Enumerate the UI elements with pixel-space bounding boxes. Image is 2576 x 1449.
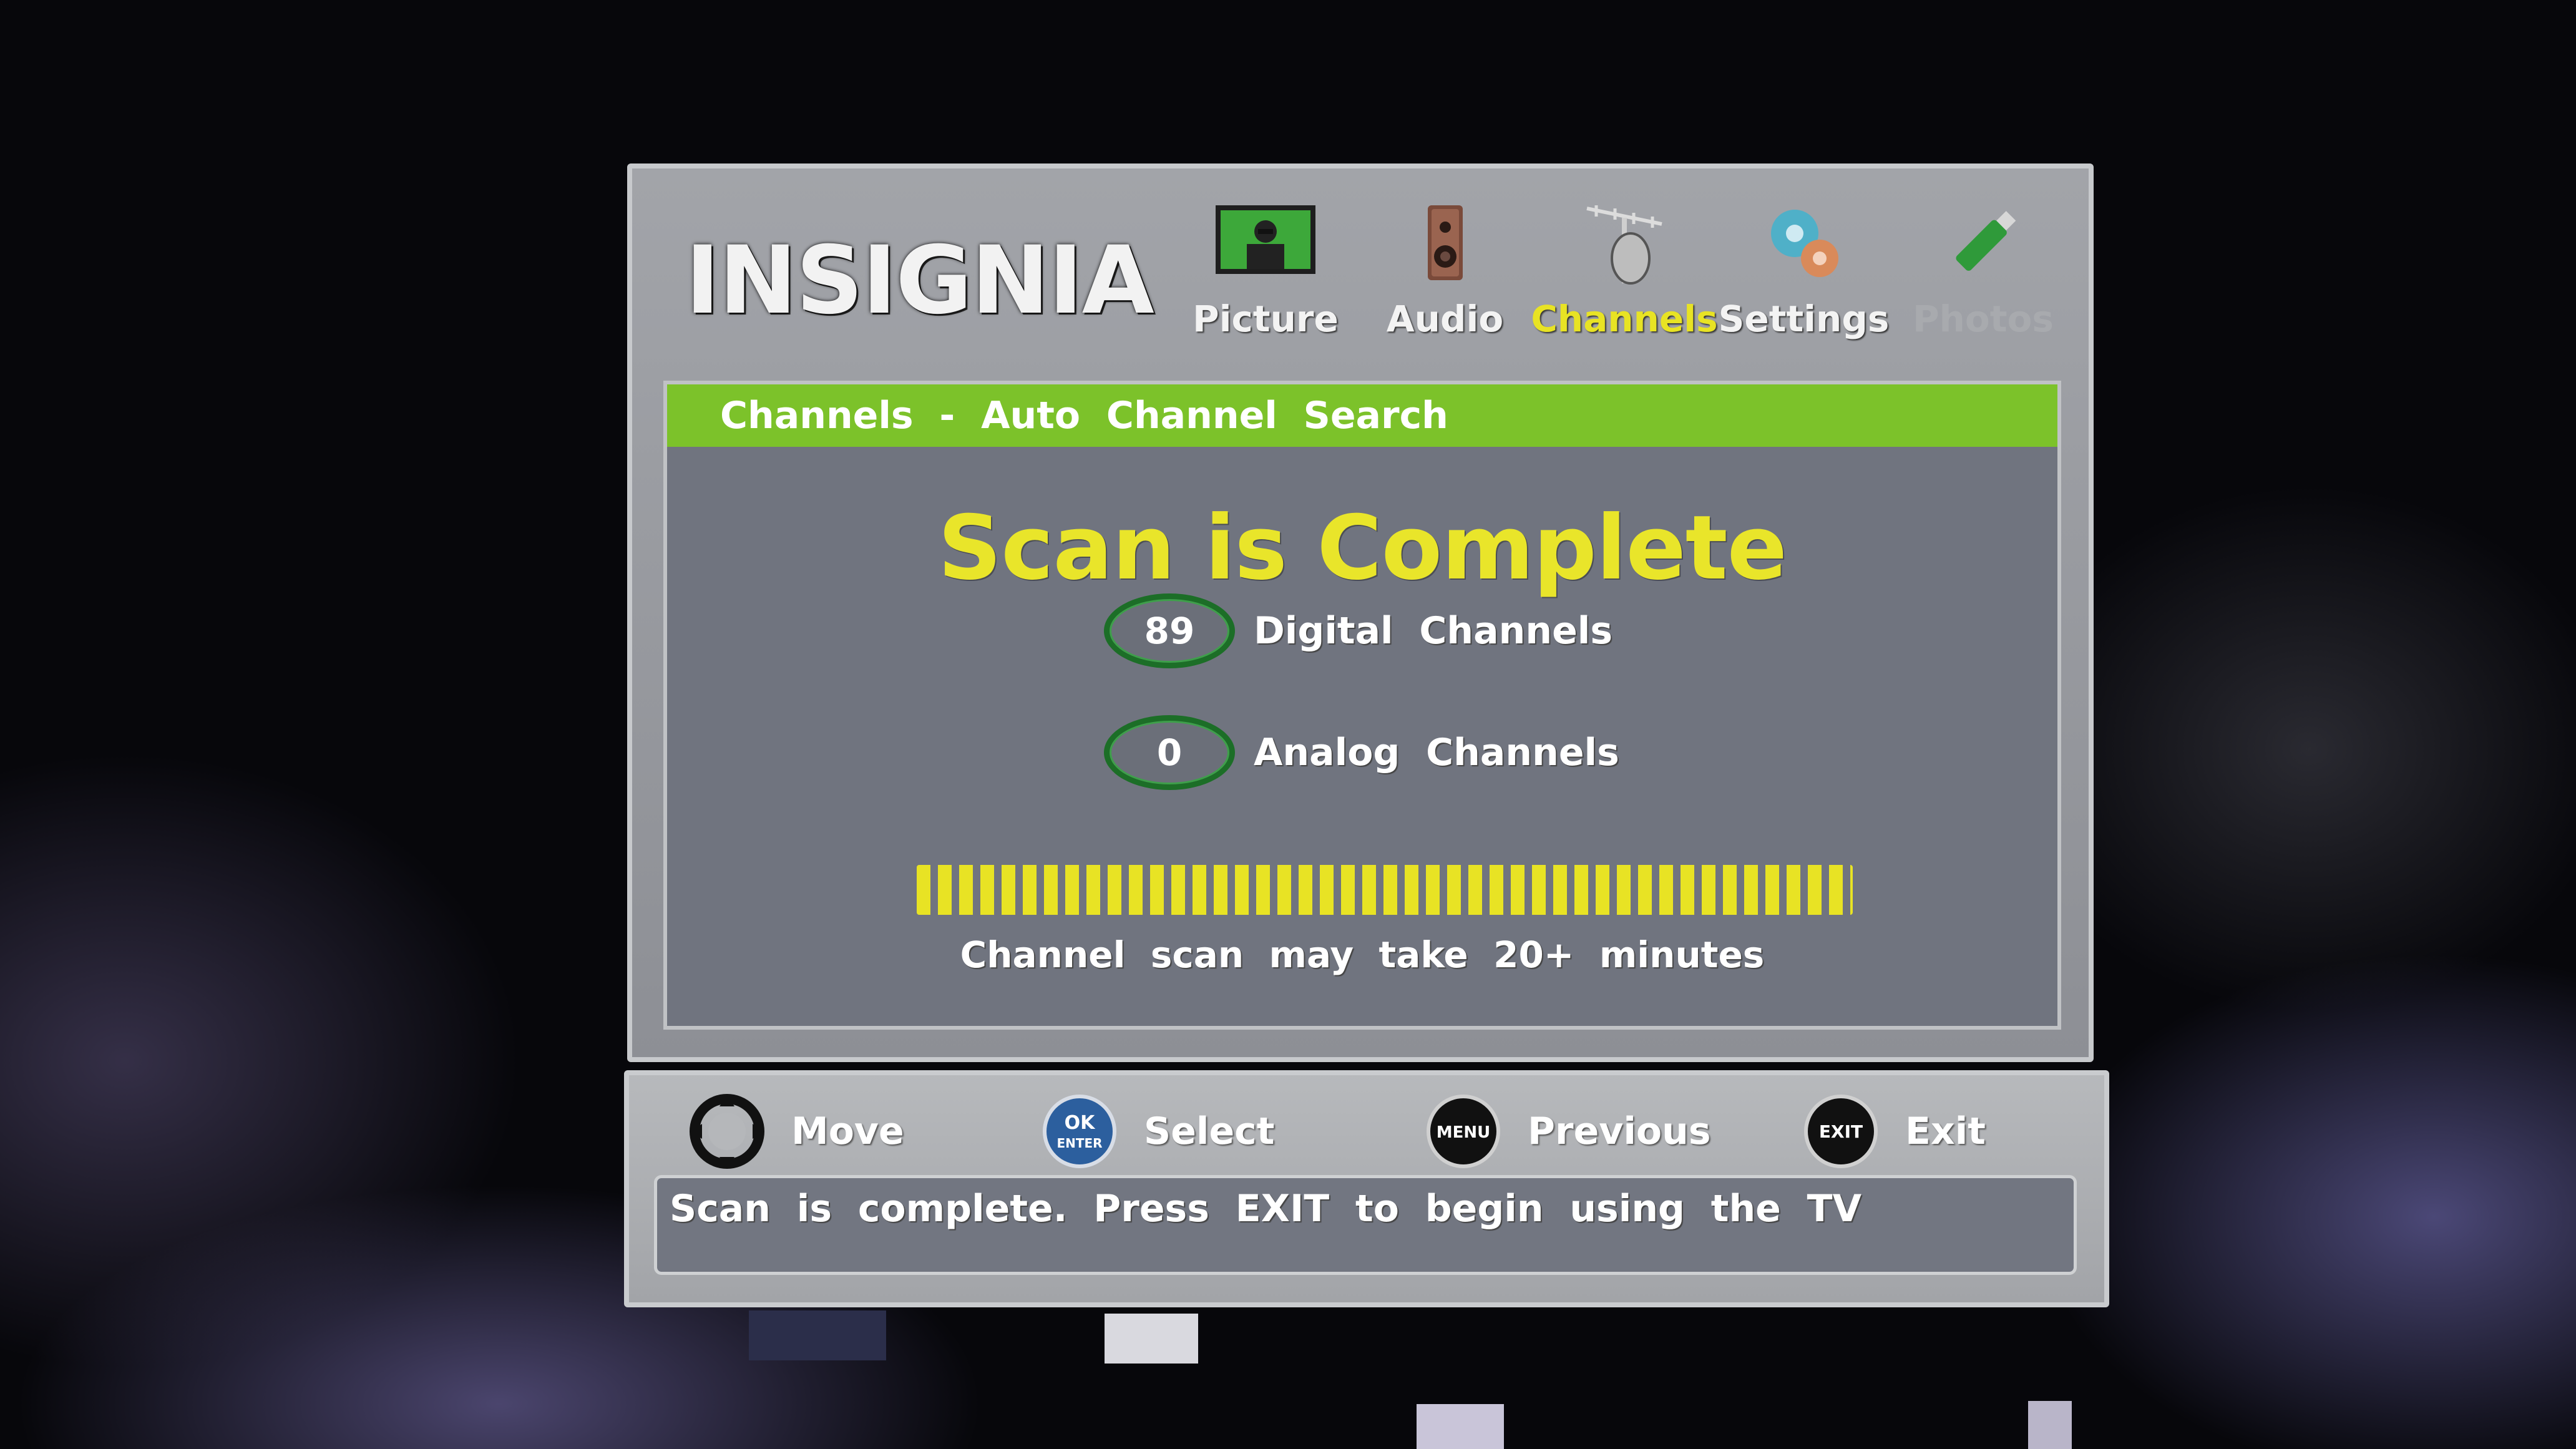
tab-channels[interactable]: Channels: [1531, 197, 1718, 365]
previous-label: Previous: [1528, 1110, 1711, 1153]
speaker-icon: [1427, 205, 1463, 280]
dpad-icon: [690, 1093, 764, 1169]
tab-picture[interactable]: Picture: [1181, 197, 1350, 365]
gears-icon: [1770, 210, 1838, 277]
background-shape: [1417, 1404, 1504, 1449]
digital-channels-label: Digital Channels: [1254, 609, 1613, 653]
insignia-logo: INSIGNIA: [685, 222, 1172, 340]
select-label: Select: [1144, 1110, 1275, 1153]
tab-audio-label: Audio: [1386, 298, 1504, 340]
svg-text:EXIT: EXIT: [1819, 1121, 1863, 1142]
background-shape: [2028, 1401, 2072, 1449]
antenna-icon: [1586, 205, 1662, 285]
tab-audio[interactable]: Audio: [1361, 197, 1530, 365]
status-message: Scan is complete. Press EXIT to begin us…: [654, 1175, 2077, 1275]
tab-photos[interactable]: Photos: [1899, 197, 2067, 365]
select-hint: OK ENTER Select: [1041, 1091, 1274, 1172]
scan-progress-bar: [917, 865, 1853, 915]
background-shape: [749, 1310, 886, 1360]
usb-drive-icon: [1956, 211, 2016, 271]
tab-photos-label: Photos: [1913, 298, 2054, 340]
svg-text:ENTER: ENTER: [1056, 1136, 1102, 1151]
menu-button-icon: MENU: [1427, 1094, 1500, 1168]
scan-progress-fill: [917, 865, 1853, 915]
svg-text:OK: OK: [1065, 1112, 1096, 1134]
digital-channels-row: 89 Digital Channels: [1104, 590, 1612, 671]
ok-enter-icon: OK ENTER: [1043, 1094, 1116, 1168]
remote-control-hint-bar: Move OK ENTER Select MENU Previous EXIT …: [624, 1070, 2109, 1307]
analog-channels-label: Analog Channels: [1254, 731, 1619, 774]
tab-settings[interactable]: Settings: [1718, 197, 1890, 365]
tv-menu-panel: INSIGNIA Picture Audio Channels Settings…: [627, 163, 2094, 1062]
tab-settings-label: Settings: [1718, 298, 1890, 340]
move-hint: Move: [688, 1091, 904, 1172]
auto-channel-search-panel: Channels - Auto Channel Search Scan is C…: [663, 381, 2061, 1030]
analog-channel-count: 0: [1104, 715, 1235, 790]
background-shape: [1105, 1314, 1198, 1364]
tab-picture-label: Picture: [1193, 298, 1339, 340]
logo-text: INSIGNIA: [685, 227, 1154, 335]
exit-hint: EXIT Exit: [1802, 1091, 1986, 1172]
exit-button-icon: EXIT: [1804, 1094, 1878, 1168]
svg-text:MENU: MENU: [1437, 1123, 1491, 1142]
digital-channel-count: 89: [1104, 593, 1235, 668]
exit-label: Exit: [1905, 1110, 1986, 1153]
analog-channels-row: 0 Analog Channels: [1104, 712, 1619, 793]
tab-channels-label: Channels: [1531, 298, 1718, 340]
scan-status-title: Scan is Complete: [938, 497, 1787, 600]
panel-breadcrumb: Channels - Auto Channel Search: [667, 384, 2057, 447]
scan-duration-note: Channel scan may take 20+ minutes: [960, 934, 1765, 976]
move-label: Move: [791, 1110, 904, 1153]
picture-icon: [1216, 205, 1315, 274]
previous-hint: MENU Previous: [1425, 1091, 1711, 1172]
menu-tabs: Picture Audio Channels Settings Photos: [1181, 197, 2067, 365]
